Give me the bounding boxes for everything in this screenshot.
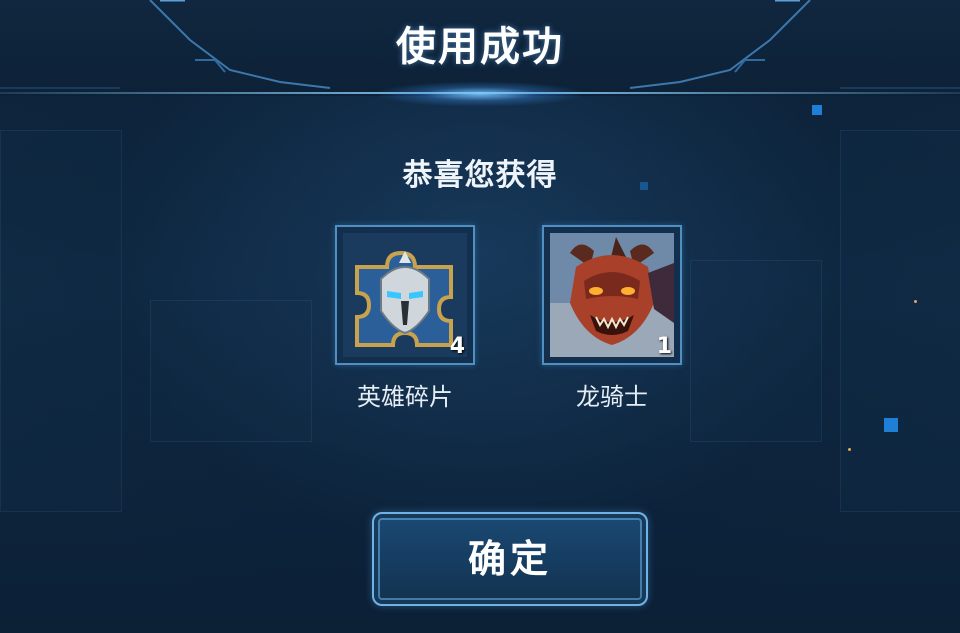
deco-square bbox=[884, 418, 898, 432]
deco-spark bbox=[914, 300, 917, 303]
reward-count: 4 bbox=[449, 334, 465, 359]
bg-panel-center-left bbox=[150, 300, 312, 442]
reward-frame: 1 bbox=[542, 225, 682, 365]
reward-item-hero-shard[interactable]: 4 英雄碎片 bbox=[335, 225, 475, 411]
reward-frame: 4 bbox=[335, 225, 475, 365]
dragon-knight-portrait bbox=[550, 233, 674, 357]
header-glow bbox=[380, 82, 580, 106]
reward-item-dragon-knight[interactable]: 1 龙骑士 bbox=[542, 225, 682, 411]
reward-name: 龙骑士 bbox=[576, 383, 648, 411]
deco-spark bbox=[848, 448, 851, 451]
deco-square bbox=[812, 105, 822, 115]
confirm-button[interactable]: 确定 bbox=[372, 512, 648, 606]
helmet-shard-icon bbox=[343, 233, 467, 357]
reward-subtitle: 恭喜您获得 bbox=[402, 158, 558, 193]
bg-panel-center-right bbox=[690, 260, 822, 442]
reward-count: 1 bbox=[656, 334, 672, 359]
dialog-title: 使用成功 bbox=[396, 24, 564, 70]
reward-dialog: 使用成功 恭喜您获得 4 英雄碎片 1 龙骑士 确定 bbox=[0, 0, 960, 633]
reward-name: 英雄碎片 bbox=[357, 383, 453, 411]
